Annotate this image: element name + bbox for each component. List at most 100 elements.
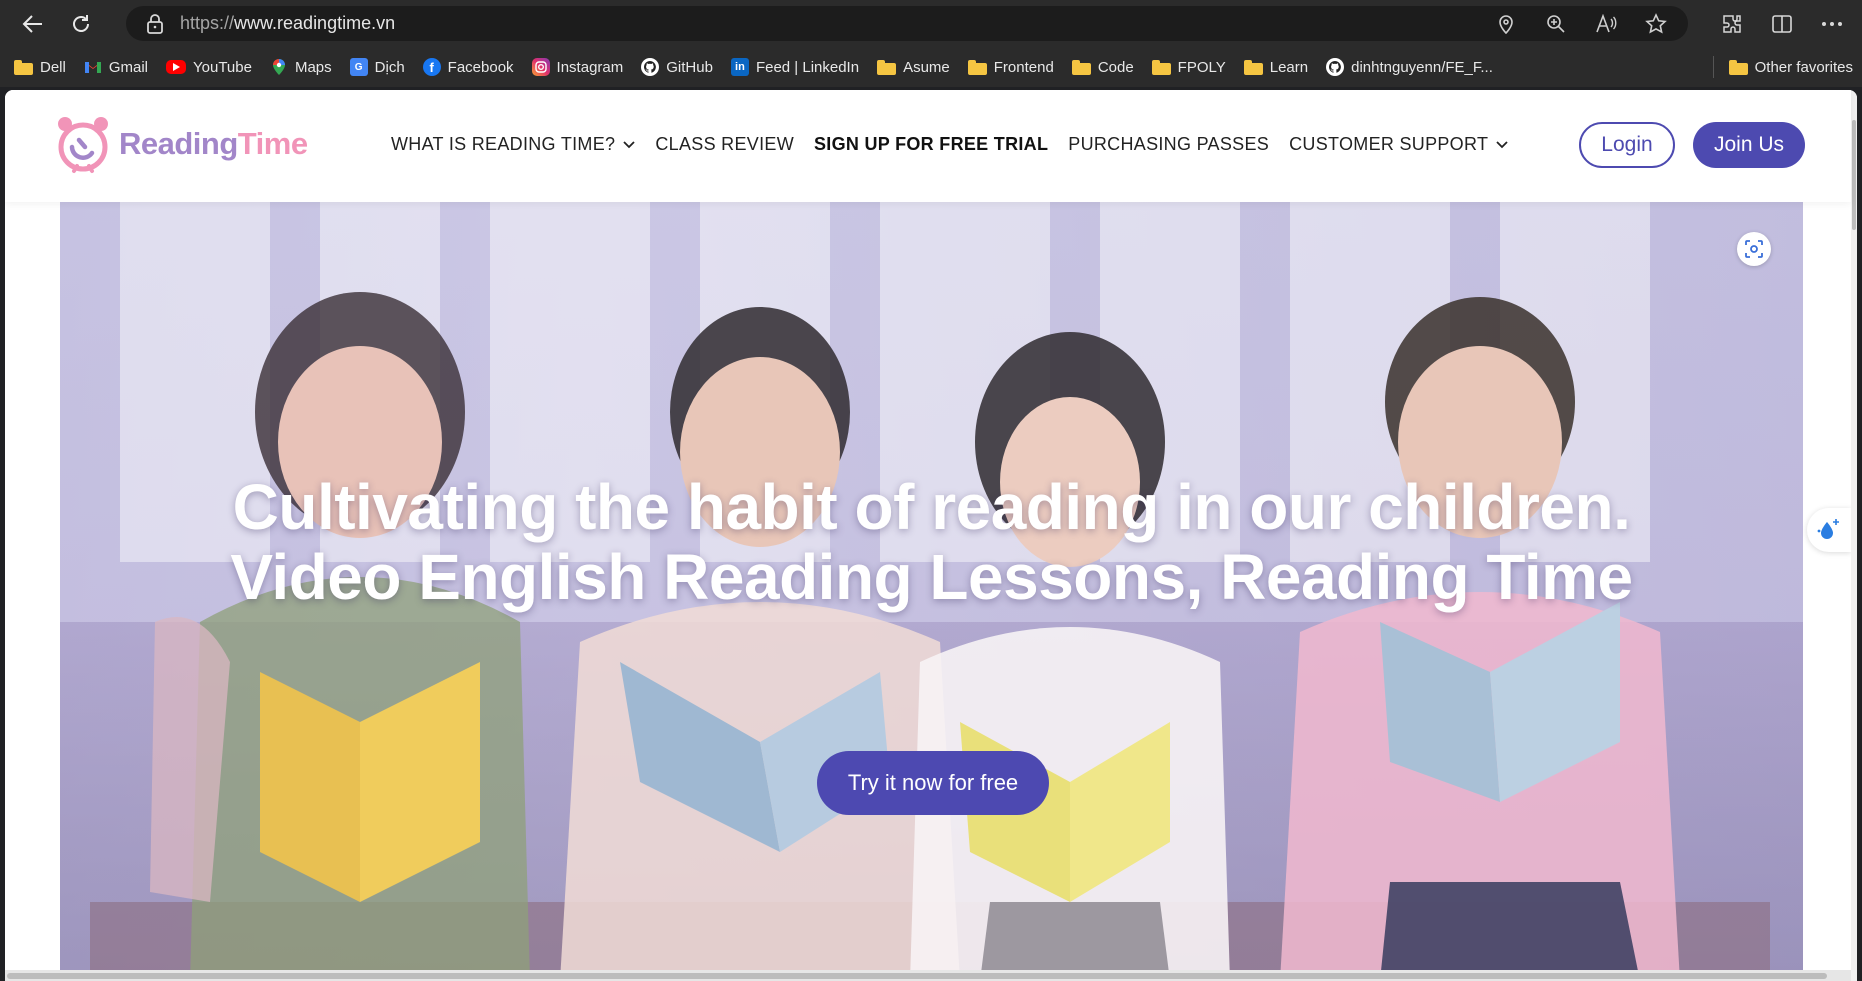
favorite-star-icon[interactable]	[1642, 10, 1670, 38]
back-button[interactable]	[15, 6, 51, 42]
folder-icon	[877, 59, 897, 75]
bookmark-label: Code	[1097, 58, 1134, 76]
translate-icon: G	[349, 58, 368, 76]
bookmark-linkedin[interactable]: in Feed | LinkedIn	[722, 47, 868, 87]
login-button[interactable]: Login	[1579, 122, 1675, 168]
folder-icon	[967, 59, 987, 75]
vertical-scrollbar-thumb[interactable]	[1852, 120, 1856, 230]
bookmark-label: Other favorites	[1754, 58, 1853, 76]
lock-icon	[147, 13, 163, 34]
gmail-icon	[84, 58, 102, 76]
url-text: https://www.readingtime.vn	[180, 13, 395, 34]
bookmark-facebook[interactable]: f Facebook	[414, 47, 523, 87]
nav-item-class-review[interactable]: CLASS REVIEW	[655, 134, 794, 155]
bookmark-label: Learn	[1269, 58, 1309, 76]
reload-icon	[73, 14, 89, 32]
url-host: www.readingtime.vn	[234, 13, 396, 33]
reload-button[interactable]	[63, 6, 99, 42]
maps-icon	[270, 58, 288, 76]
back-arrow-icon	[22, 14, 42, 33]
github-icon	[1326, 58, 1345, 76]
site-header: ReadingTime WHAT IS READING TIME? CLASS …	[5, 90, 1851, 202]
nav-label: WHAT IS READING TIME?	[391, 134, 616, 154]
nav-item-sign-up-free-trial[interactable]: SIGN UP FOR FREE TRIAL	[814, 134, 1048, 155]
bookmark-label: Frontend	[993, 58, 1054, 76]
bookmark-label: Feed | LinkedIn	[755, 58, 860, 76]
bookmark-label: Asume	[903, 58, 950, 76]
url-scheme: https://	[180, 13, 235, 33]
bookmark-github-repo[interactable]: dinhtnguyenn/FE_F...	[1317, 47, 1502, 87]
side-assistant-button[interactable]	[1807, 508, 1851, 552]
folder-icon	[14, 59, 33, 75]
bookmark-github[interactable]: GitHub	[632, 47, 722, 87]
chevron-down-icon	[623, 140, 635, 148]
split-screen-icon[interactable]	[1764, 6, 1800, 41]
folder-icon	[1151, 59, 1171, 75]
address-bar[interactable]: https://www.readingtime.vn	[126, 6, 1688, 41]
bookmarks-divider	[1712, 56, 1714, 78]
join-us-button[interactable]: Join Us	[1693, 122, 1805, 168]
bookmark-frontend[interactable]: Frontend	[959, 47, 1063, 87]
browser-toolbar: https://www.readingtime.vn	[0, 0, 1862, 47]
bookmark-asume[interactable]: Asume	[868, 47, 959, 87]
hero-title-line-1: Cultivating the habit of reading in our …	[232, 471, 1631, 543]
bookmark-dell[interactable]: Dell	[5, 47, 75, 87]
logo-word-time: Time	[237, 126, 308, 161]
page-viewport: ReadingTime WHAT IS READING TIME? CLASS …	[5, 90, 1857, 981]
bookmark-youtube[interactable]: YouTube	[157, 47, 261, 87]
bookmark-maps[interactable]: Maps	[261, 47, 341, 87]
nav-item-purchasing-passes[interactable]: PURCHASING PASSES	[1068, 134, 1269, 155]
bookmark-label: dinhtnguyenn/FE_F...	[1351, 58, 1493, 76]
nav-label: CUSTOMER SUPPORT	[1289, 134, 1489, 154]
nav-label: PURCHASING PASSES	[1068, 134, 1270, 154]
bookmark-learn[interactable]: Learn	[1235, 47, 1317, 87]
bookmark-label: Dell	[40, 58, 66, 76]
bookmark-other-favorites[interactable]: Other favorites	[1720, 47, 1862, 87]
bookmark-label: Dịch	[374, 58, 405, 76]
folder-icon	[1728, 59, 1748, 75]
horizontal-scrollbar-thumb[interactable]	[7, 973, 1827, 979]
bookmark-label: FPOLY	[1177, 58, 1226, 76]
nav-label: SIGN UP FOR FREE TRIAL	[813, 134, 1049, 154]
bookmark-code[interactable]: Code	[1063, 47, 1143, 87]
bookmark-gmail[interactable]: Gmail	[75, 47, 157, 87]
more-menu-icon[interactable]	[1814, 6, 1850, 41]
bookmark-label: Instagram	[556, 58, 624, 76]
chevron-down-icon	[1496, 140, 1508, 148]
nav-item-what-is-reading-time[interactable]: WHAT IS READING TIME?	[391, 134, 635, 155]
logo-wordmark: ReadingTime	[119, 126, 308, 162]
bookmark-label: YouTube	[193, 58, 252, 76]
droplet-sparkle-icon	[1817, 519, 1839, 539]
bookmark-label: Maps	[294, 58, 332, 76]
bookmark-instagram[interactable]: Instagram	[523, 47, 633, 87]
site-logo[interactable]: ReadingTime	[55, 114, 308, 174]
facebook-icon: f	[422, 58, 441, 76]
read-aloud-icon[interactable]	[1592, 10, 1620, 38]
zoom-icon[interactable]	[1542, 10, 1570, 38]
nav-item-customer-support[interactable]: CUSTOMER SUPPORT	[1289, 134, 1508, 155]
linkedin-icon: in	[730, 58, 749, 76]
location-icon[interactable]	[1492, 10, 1520, 38]
logo-word-reading: Reading	[119, 126, 238, 161]
main-nav: WHAT IS READING TIME? CLASS REVIEW SIGN …	[391, 134, 1528, 155]
alarm-clock-logo-icon	[58, 117, 108, 173]
hero-banner: Cultivating the habit of reading in our …	[60, 202, 1803, 981]
try-free-button[interactable]: Try it now for free	[817, 751, 1049, 815]
horizontal-scrollbar[interactable]	[5, 970, 1851, 981]
bookmark-label: GitHub	[666, 58, 713, 76]
hero-title: Cultivating the habit of reading in our …	[60, 472, 1803, 612]
visual-search-button[interactable]	[1737, 232, 1771, 266]
extensions-icon[interactable]	[1714, 6, 1750, 41]
bookmark-label: Facebook	[447, 58, 514, 76]
instagram-icon	[531, 58, 550, 76]
nav-label: CLASS REVIEW	[655, 134, 794, 154]
bookmark-dich[interactable]: G Dịch	[341, 47, 414, 87]
visual-search-icon	[1745, 240, 1763, 258]
github-icon	[641, 58, 660, 76]
youtube-icon	[166, 60, 187, 74]
bookmark-fpoly[interactable]: FPOLY	[1143, 47, 1235, 87]
hero-title-line-2: Video English Reading Lessons, Reading T…	[230, 541, 1633, 613]
vertical-scrollbar[interactable]	[1851, 90, 1857, 981]
bookmark-label: Gmail	[108, 58, 149, 76]
folder-icon	[1071, 59, 1091, 75]
